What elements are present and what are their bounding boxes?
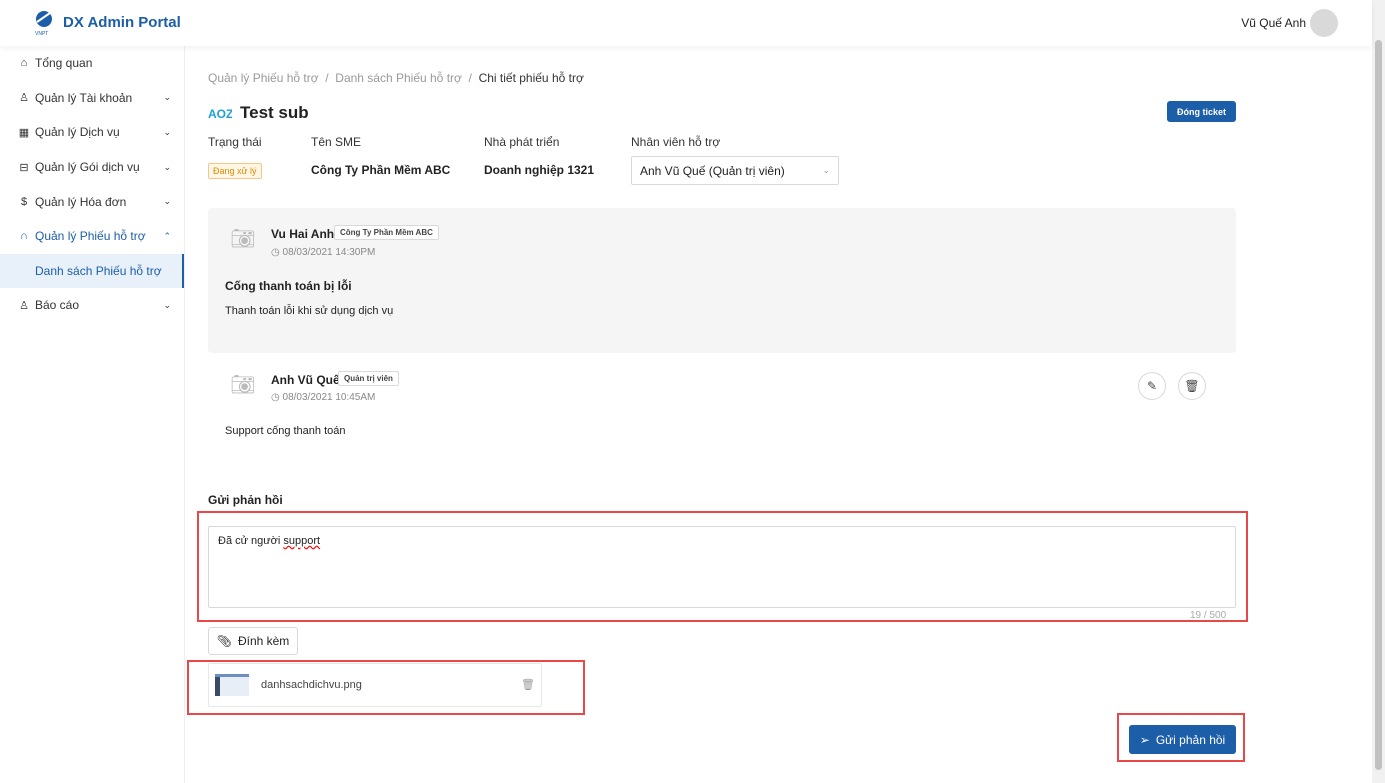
file-name: danhsachdichvu.png xyxy=(261,679,362,691)
author-tag: Quản trị viên xyxy=(338,371,399,386)
sidebar-item-accounts[interactable]: ♙ Quản lý Tài khoản ⌄ xyxy=(0,81,184,116)
vnpt-logo: VNPT xyxy=(35,11,52,36)
attach-label: Đính kèm xyxy=(237,634,290,648)
grid-icon: ▦ xyxy=(18,126,30,139)
sidebar-item-services[interactable]: ▦ Quản lý Dịch vụ ⌄ xyxy=(0,115,184,150)
message-body: Support cống thanh toán xyxy=(225,425,346,437)
trash-icon[interactable]: 🗑︎ xyxy=(521,678,535,691)
app-title: DX Admin Portal xyxy=(63,14,181,31)
page-title: AOZ Test sub xyxy=(208,103,309,123)
sidebar-item-label: Quản lý Phiếu hỗ trợ xyxy=(35,229,146,244)
chevron-down-icon: ⌄ xyxy=(163,161,171,172)
sidebar-item-invoices[interactable]: $ Quản lý Hóa đơn ⌄ xyxy=(0,184,184,219)
status-badge: Đang xử lý xyxy=(208,163,262,179)
sme-label: Tên SME xyxy=(311,135,362,149)
chevron-up-icon: ⌃ xyxy=(163,230,171,241)
status-label: Trạng thái xyxy=(208,135,262,149)
staff-select[interactable]: Anh Vũ Quế (Quản trị viên) ⌄ xyxy=(631,156,839,185)
message-author: Vu Hai Anh xyxy=(271,227,335,241)
headset-icon: ∩ xyxy=(20,230,28,243)
breadcrumb-link[interactable]: Danh sách Phiếu hỗ trợ xyxy=(335,71,462,85)
sidebar: ⌂ Tổng quan ♙ Quản lý Tài khoản ⌄ ▦ Quản lý … xyxy=(0,46,185,783)
sidebar-item-label: Tổng quan xyxy=(35,56,93,71)
chevron-down-icon: ⌄ xyxy=(163,196,171,207)
scrollbar-thumb[interactable] xyxy=(1375,40,1382,770)
user-icon: ♙ xyxy=(19,299,29,312)
developer-value: Doanh nghiệp 1321 xyxy=(484,163,595,177)
sidebar-item-label: Quản lý Tài khoản xyxy=(35,90,133,105)
user-name[interactable]: Vũ Quế Anh xyxy=(1241,16,1306,30)
edit-button[interactable]: ✎ xyxy=(1138,372,1166,400)
attached-file: danhsachdichvu.png 🗑︎ xyxy=(208,663,542,707)
sidebar-item-label: Quản lý Hóa đơn xyxy=(35,194,127,209)
sidebar-item-packages[interactable]: ⊟ Quản lý Gói dịch vụ ⌄ xyxy=(0,150,184,185)
user-icon: ♙ xyxy=(19,92,29,105)
svg-text:AOZ: AOZ xyxy=(208,107,232,119)
sidebar-item-reports[interactable]: ♙ Báo cáo ⌄ xyxy=(0,288,184,323)
ticket-title: Test sub xyxy=(240,103,309,122)
breadcrumb: Quản lý Phiếu hỗ trợ / Danh sách Phiếu h… xyxy=(208,71,584,85)
reply-text-misspelled: support xyxy=(283,535,321,547)
reply-textarea[interactable]: Đã cử người support xyxy=(208,526,1236,608)
sidebar-item-label: Quản lý Gói dịch vụ xyxy=(35,160,140,175)
breadcrumb-current: Chi tiết phiếu hỗ trợ xyxy=(478,71,584,85)
message-time: ◷ 08/03/2021 10:45AM xyxy=(271,392,376,403)
chevron-down-icon: ⌄ xyxy=(822,165,830,175)
avatar[interactable] xyxy=(1310,9,1338,37)
file-thumbnail xyxy=(215,674,249,696)
sidebar-item-label: Quản lý Dịch vụ xyxy=(35,125,120,140)
dollar-icon: $ xyxy=(20,195,28,208)
time-text: 08/03/2021 14:30PM xyxy=(282,247,376,258)
ticket-logo-icon: AOZ xyxy=(208,107,232,119)
chevron-down-icon: ⌄ xyxy=(163,92,171,103)
chevron-down-icon: ⌄ xyxy=(163,299,171,310)
trash-icon: 🗑︎ xyxy=(1184,379,1200,393)
send-icon: ➢ xyxy=(1139,732,1150,747)
sidebar-item-label: Báo cáo xyxy=(35,298,80,313)
reply-text: Đã cử người xyxy=(218,535,284,547)
send-reply-button[interactable]: ➢ Gửi phản hồi xyxy=(1129,725,1236,754)
camera-placeholder-icon: 📷︎ xyxy=(230,228,256,250)
author-tag: Công Ty Phần Mềm ABC xyxy=(334,225,439,240)
sidebar-item-ticket-list[interactable]: Danh sách Phiếu hỗ trợ xyxy=(0,253,184,289)
send-label: Gửi phản hồi xyxy=(1155,732,1226,747)
breadcrumb-link[interactable]: Quản lý Phiếu hỗ trợ xyxy=(208,71,319,85)
chevron-down-icon: ⌄ xyxy=(163,126,171,137)
scrollbar[interactable] xyxy=(1372,0,1385,783)
staff-label: Nhân viên hỗ trợ xyxy=(631,135,721,149)
message-subject: Cống thanh toán bị lỗi xyxy=(225,279,352,293)
developer-label: Nhà phát triển xyxy=(484,135,560,149)
top-header: VNPT DX Admin Portal Vũ Quế Anh xyxy=(0,0,1372,46)
staff-select-value: Anh Vũ Quế (Quản trị viên) xyxy=(640,164,785,178)
camera-placeholder-icon: 📷︎ xyxy=(230,374,256,396)
char-count: 19 / 500 xyxy=(1190,610,1227,621)
package-icon: ⊟ xyxy=(19,161,29,174)
attach-button[interactable]: 📎︎ Đính kèm xyxy=(208,627,298,655)
sidebar-item-overview[interactable]: ⌂ Tổng quan xyxy=(0,46,184,81)
sme-value: Công Ty Phần Mềm ABC xyxy=(311,163,451,177)
close-ticket-button[interactable]: Đóng ticket xyxy=(1167,101,1236,122)
message-time: ◷ 08/03/2021 14:30PM xyxy=(271,247,376,258)
reply-label: Gửi phản hồi xyxy=(208,493,283,507)
svg-text:VNPT: VNPT xyxy=(35,31,48,36)
home-icon: ⌂ xyxy=(20,57,28,70)
message-author: Anh Vũ Quế xyxy=(271,373,340,387)
paperclip-icon: 📎︎ xyxy=(216,634,232,648)
time-text: 08/03/2021 10:45AM xyxy=(282,392,376,403)
sidebar-item-tickets[interactable]: ∩ Quản lý Phiếu hỗ trợ ⌃ xyxy=(0,219,184,254)
sidebar-item-label: Danh sách Phiếu hỗ trợ xyxy=(35,263,162,278)
pencil-icon: ✎ xyxy=(1146,379,1158,393)
delete-button[interactable]: 🗑︎ xyxy=(1178,372,1206,400)
message-body: Thanh toán lỗi khi sử dụng dịch vụ xyxy=(225,305,394,317)
